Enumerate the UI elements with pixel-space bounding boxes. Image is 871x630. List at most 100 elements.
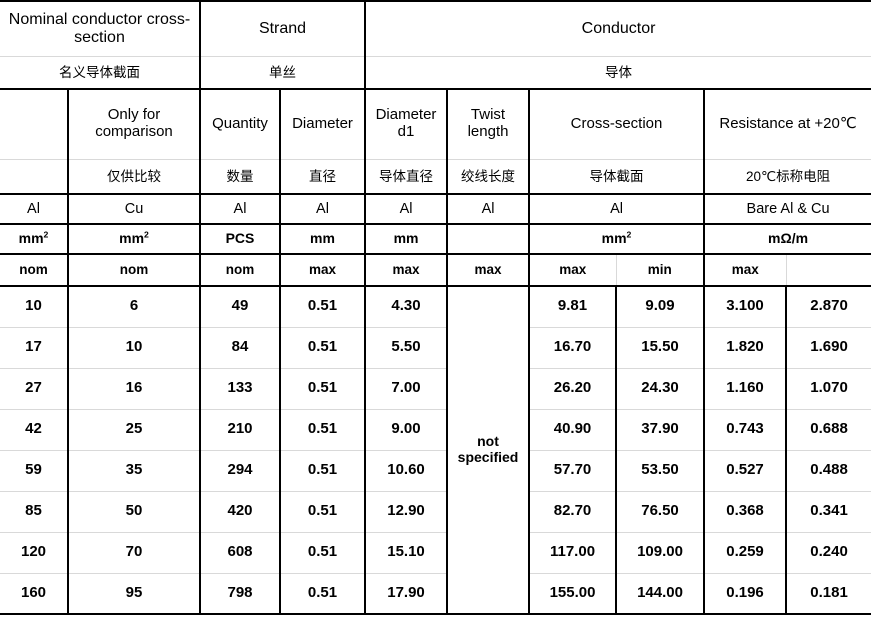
cell-strand-diameter: 0.51 — [278, 326, 367, 369]
group-header-strand-zh: 单丝 — [198, 55, 367, 90]
group-header-nominal-cross-section-en: Nominal conductor cross-section — [0, 0, 201, 57]
cell-conductor-diameter-d1: 9.00 — [364, 408, 449, 451]
cell-cross-section-max: 57.70 — [528, 449, 618, 492]
table-row: 42 25 210 0.51 9.00 40.90 37.90 0.743 0.… — [0, 408, 871, 451]
qualifier-twist-length: max — [446, 253, 531, 287]
cell-al-nom: 59 — [0, 449, 69, 492]
cell-conductor-diameter-d1: 15.10 — [364, 531, 449, 574]
cell-al-nom: 160 — [0, 572, 69, 615]
cell-quantity: 608 — [199, 531, 281, 574]
cell-quantity: 133 — [199, 367, 281, 410]
cell-resistance-second: 0.181 — [785, 572, 871, 615]
cell-cu-nom: 50 — [67, 490, 201, 533]
material-conductor-diameter-d1: Al — [364, 193, 449, 225]
cell-strand-diameter: 0.51 — [278, 367, 367, 410]
cell-resistance-second: 1.690 — [785, 326, 871, 369]
unit-resistance: mΩ/m — [703, 223, 871, 255]
cell-al-nom: 120 — [0, 531, 69, 574]
cell-cross-section-max: 155.00 — [528, 572, 618, 615]
cell-cu-nom: 95 — [67, 572, 201, 615]
cell-cross-section-min: 15.50 — [615, 326, 706, 369]
column-header-conductor-diameter-d1-en: Diameter d1 — [364, 88, 449, 160]
qualifier-quantity: nom — [199, 253, 281, 287]
unit-conductor-diameter-d1: mm — [364, 223, 449, 255]
cell-quantity: 84 — [199, 326, 281, 369]
material-cross-section: Al — [528, 193, 706, 225]
material-al-nom: Al — [0, 193, 69, 225]
table-row: 17 10 84 0.51 5.50 16.70 15.50 1.820 1.6… — [0, 326, 871, 369]
cell-resistance-second: 0.488 — [785, 449, 871, 492]
cell-resistance-max: 0.743 — [703, 408, 788, 451]
header-group-row-en: Nominal conductor cross-section Strand C… — [0, 0, 871, 57]
cell-strand-diameter: 0.51 — [278, 531, 367, 574]
cell-resistance-second: 0.341 — [785, 490, 871, 533]
cell-cu-nom: 10 — [67, 326, 201, 369]
cell-al-nom: 10 — [0, 285, 69, 328]
header-column-row-zh: 仅供比较 数量 直径 导体直径 绞线长度 导体截面 20℃标称电阻 — [0, 158, 871, 195]
cell-quantity: 798 — [199, 572, 281, 615]
cell-resistance-max: 0.259 — [703, 531, 788, 574]
cell-cu-nom: 25 — [67, 408, 201, 451]
cell-resistance-max: 0.196 — [703, 572, 788, 615]
qualifier-strand-diameter: max — [278, 253, 367, 287]
column-header-resistance-zh: 20℃标称电阻 — [703, 158, 871, 195]
cell-conductor-diameter-d1: 12.90 — [364, 490, 449, 533]
material-resistance: Bare Al & Cu — [703, 193, 871, 225]
cell-resistance-max: 0.368 — [703, 490, 788, 533]
table-row: 27 16 133 0.51 7.00 26.20 24.30 1.160 1.… — [0, 367, 871, 410]
unit-strand-diameter: mm — [278, 223, 367, 255]
cell-strand-diameter: 0.51 — [278, 408, 367, 451]
group-header-conductor-zh: 导体 — [364, 55, 871, 90]
cell-resistance-max: 0.527 — [703, 449, 788, 492]
unit-cross-section: mm2 — [528, 223, 706, 255]
header-column-row-en: Only for comparison Quantity Diameter Di… — [0, 88, 871, 160]
cell-cu-nom: 6 — [67, 285, 201, 328]
unit-cross-section-base: mm — [601, 230, 627, 247]
table-row: 160 95 798 0.51 17.90 155.00 144.00 0.19… — [0, 572, 871, 615]
header-unit-row: mm2 mm2 PCS mm mm mm2 mΩ/m — [0, 223, 871, 255]
cell-resistance-max: 1.160 — [703, 367, 788, 410]
cell-quantity: 420 — [199, 490, 281, 533]
cell-cross-section-max: 9.81 — [528, 285, 618, 328]
unit-cross-section-exponent: 2 — [626, 229, 632, 240]
cell-cross-section-min: 144.00 — [615, 572, 706, 615]
cell-resistance-second: 1.070 — [785, 367, 871, 410]
unit-al-nom: mm2 — [0, 223, 69, 255]
column-header-conductor-diameter-d1-zh: 导体直径 — [364, 158, 449, 195]
cell-conductor-diameter-d1: 17.90 — [364, 572, 449, 615]
column-header-strand-diameter-en: Diameter — [278, 88, 367, 160]
table-row: 120 70 608 0.51 15.10 117.00 109.00 0.25… — [0, 531, 871, 574]
column-header-quantity-zh: 数量 — [199, 158, 281, 195]
material-cu-nom: Cu — [67, 193, 201, 225]
group-header-conductor-en: Conductor — [364, 0, 871, 57]
conductor-spec-table: Nominal conductor cross-section Strand C… — [0, 0, 871, 615]
unit-cu-nom-exponent: 2 — [144, 229, 149, 240]
cell-cross-section-max: 82.70 — [528, 490, 618, 533]
qualifier-cross-section-min: min — [615, 253, 706, 287]
cell-resistance-second: 0.688 — [785, 408, 871, 451]
cell-cross-section-min: 9.09 — [615, 285, 706, 328]
cell-resistance-max: 3.100 — [703, 285, 788, 328]
group-header-strand-en: Strand — [198, 0, 367, 57]
cell-quantity: 210 — [199, 408, 281, 451]
material-quantity: Al — [199, 193, 281, 225]
qualifier-resistance-second — [785, 253, 871, 287]
unit-al-nom-base: mm — [18, 230, 44, 247]
cell-cross-section-max: 117.00 — [528, 531, 618, 574]
cell-conductor-diameter-d1: 5.50 — [364, 326, 449, 369]
table-row: 85 50 420 0.51 12.90 82.70 76.50 0.368 0… — [0, 490, 871, 533]
cell-conductor-diameter-d1: 7.00 — [364, 367, 449, 410]
cell-quantity: 294 — [199, 449, 281, 492]
cell-conductor-diameter-d1: 4.30 — [364, 285, 449, 328]
header-material-row: Al Cu Al Al Al Al Al Bare Al & Cu — [0, 193, 871, 225]
cell-resistance-second: 2.870 — [785, 285, 871, 328]
unit-cu-nom: mm2 — [67, 223, 201, 255]
table-row: 59 35 294 0.51 10.60 57.70 53.50 0.527 0… — [0, 449, 871, 492]
unit-al-nom-exponent: 2 — [43, 229, 49, 240]
cell-strand-diameter: 0.51 — [278, 572, 367, 615]
cell-conductor-diameter-d1: 10.60 — [364, 449, 449, 492]
column-header-resistance-en: Resistance at +20℃ — [703, 88, 871, 160]
cell-cu-nom: 16 — [67, 367, 201, 410]
qualifier-conductor-diameter-d1: max — [364, 253, 449, 287]
header-group-row-zh: 名义导体截面 单丝 导体 — [0, 55, 871, 90]
